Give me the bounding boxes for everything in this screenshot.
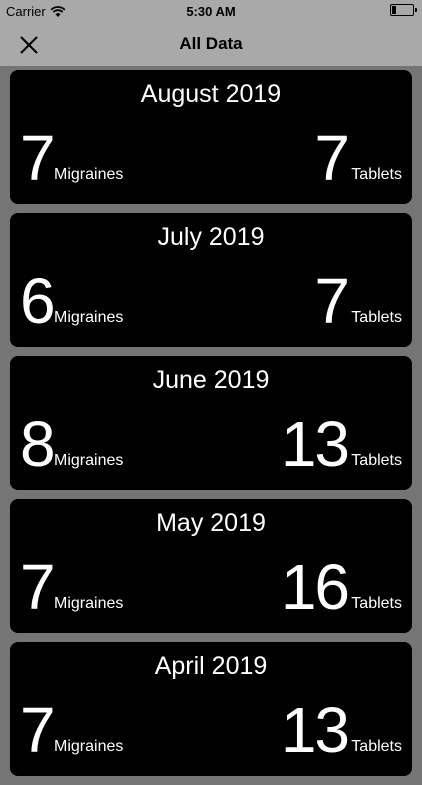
migraines-count: 6 bbox=[20, 265, 56, 337]
tablets-label: Tablets bbox=[351, 452, 402, 469]
tablets-count: 7 bbox=[314, 265, 350, 337]
battery-icon bbox=[390, 4, 417, 16]
status-bar: Carrier 5:30 AM bbox=[0, 0, 422, 22]
tablets-label: Tablets bbox=[351, 738, 402, 755]
tablets-count: 7 bbox=[314, 122, 350, 194]
tablets-label: Tablets bbox=[351, 166, 402, 183]
month-card-july-2019[interactable]: July 2019 6 Migraines 7 Tablets bbox=[10, 213, 412, 347]
navigation-bar: All Data bbox=[0, 22, 422, 66]
migraines-count: 7 bbox=[20, 551, 56, 623]
month-card-june-2019[interactable]: June 2019 8 Migraines 13 Tablets bbox=[10, 356, 412, 490]
migraines-count: 7 bbox=[20, 694, 56, 766]
month-title: July 2019 bbox=[157, 223, 265, 251]
migraines-label: Migraines bbox=[54, 452, 124, 469]
tablets-count: 13 bbox=[280, 694, 350, 766]
month-card-april-2019[interactable]: April 2019 7 Migraines 13 Tablets bbox=[10, 642, 412, 776]
month-card-august-2019[interactable]: August 2019 7 Migraines 7 Tablets bbox=[10, 70, 412, 204]
tablets-label: Tablets bbox=[351, 309, 402, 326]
page-title: All Data bbox=[179, 34, 243, 53]
migraines-label: Migraines bbox=[54, 309, 124, 326]
tablets-label: Tablets bbox=[351, 595, 402, 612]
migraines-count: 7 bbox=[20, 122, 56, 194]
migraines-label: Migraines bbox=[54, 166, 124, 183]
month-title: April 2019 bbox=[154, 652, 268, 680]
migraines-label: Migraines bbox=[54, 595, 124, 612]
month-title: June 2019 bbox=[152, 366, 270, 394]
migraines-label: Migraines bbox=[54, 738, 124, 755]
month-title: August 2019 bbox=[140, 80, 282, 108]
month-card-may-2019[interactable]: May 2019 7 Migraines 16 Tablets bbox=[10, 499, 412, 633]
monthly-data-list[interactable]: August 2019 7 Migraines 7 Tablets July 2… bbox=[10, 70, 412, 785]
migraines-count: 8 bbox=[20, 408, 56, 480]
tablets-count: 13 bbox=[280, 408, 350, 480]
status-time: 5:30 AM bbox=[186, 4, 236, 19]
tablets-count: 16 bbox=[280, 551, 350, 623]
month-title: May 2019 bbox=[156, 509, 266, 537]
